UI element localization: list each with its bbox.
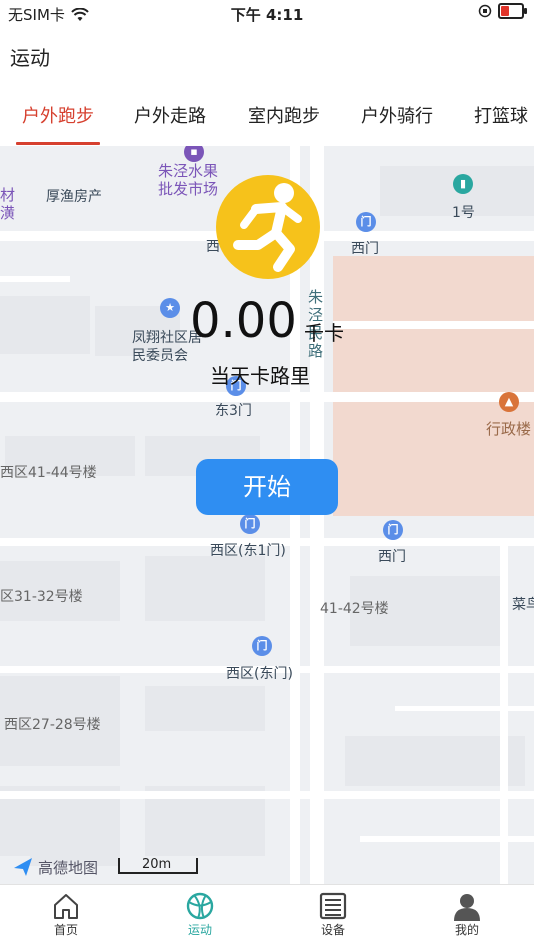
- basketball-icon: [186, 892, 214, 920]
- status-bar: 无SIM卡 下午 4:11: [0, 0, 534, 28]
- runner-badge: [216, 175, 320, 279]
- gate-icon: 门: [252, 636, 272, 656]
- home-icon: [54, 894, 78, 919]
- nav-home[interactable]: 首页: [26, 891, 106, 938]
- map-label: 朱泾水果 批发市场: [158, 162, 219, 198]
- header: 运动: [0, 28, 534, 80]
- map-label: 西门: [351, 241, 379, 257]
- map-label: 41-42号楼: [320, 601, 389, 617]
- map-label: 1号: [452, 205, 475, 221]
- map-label: 菜鸟: [512, 597, 534, 613]
- nav-sport[interactable]: 运动: [160, 891, 240, 938]
- admin-building-icon: ▲: [499, 392, 519, 412]
- device-icon: [319, 892, 347, 920]
- start-button[interactable]: 开始: [196, 459, 338, 515]
- map-label: 西区(东门): [226, 666, 293, 682]
- map-label: 区31-32号楼: [0, 589, 83, 605]
- map-label: 材 潢: [0, 186, 16, 222]
- tab-indoor-run[interactable]: 室内跑步: [248, 102, 320, 128]
- map-label: 东3门: [215, 403, 252, 419]
- map-label: 西门: [378, 549, 406, 565]
- building-icon: ▮: [453, 174, 473, 194]
- map-label: 西区(东1门): [210, 543, 286, 559]
- sport-tabs: 户外跑步 户外走路 室内跑步 户外骑行 打篮球: [0, 82, 534, 146]
- gate-icon: 门: [383, 520, 403, 540]
- map-label: 厚渔房产: [46, 189, 102, 205]
- map-label: 西区27-28号楼: [4, 717, 101, 733]
- map-attribution: 高德地图: [12, 856, 98, 878]
- calorie-value: 0.00: [190, 293, 297, 349]
- gate-icon: 门: [356, 212, 376, 232]
- tab-outdoor-run[interactable]: 户外跑步: [22, 102, 94, 128]
- nav-device[interactable]: 设备: [293, 891, 373, 938]
- amap-logo-icon: [14, 858, 32, 876]
- running-person-icon: [233, 183, 302, 272]
- map-label: 西区41-44号楼: [0, 465, 97, 481]
- nav-profile-label: 我的: [454, 923, 479, 937]
- community-icon: ★: [160, 298, 180, 318]
- page-title: 运动: [10, 46, 50, 70]
- active-tab-indicator: [16, 142, 100, 145]
- nav-device-label: 设备: [320, 923, 345, 937]
- tab-basketball[interactable]: 打篮球: [474, 102, 528, 128]
- map-attribution-text: 高德地图: [38, 858, 99, 877]
- nav-sport-label: 运动: [187, 923, 212, 937]
- nav-home-label: 首页: [53, 923, 78, 937]
- tab-outdoor-cycling[interactable]: 户外骑行: [361, 102, 433, 128]
- bottom-nav: 首页 运动 设备 我的: [0, 884, 534, 951]
- battery-icon: [498, 3, 527, 19]
- calorie-unit: 千卡: [304, 321, 344, 345]
- map-label: 行政楼: [486, 420, 532, 438]
- orientation-lock-icon: [478, 4, 492, 18]
- map-scale-label: 20m: [142, 857, 172, 872]
- profile-icon: [454, 894, 480, 921]
- clock: 下午 4:11: [230, 6, 304, 24]
- nav-profile[interactable]: 我的: [427, 891, 507, 938]
- tab-outdoor-walk[interactable]: 户外走路: [134, 102, 206, 128]
- calorie-label: 当天卡路里: [210, 364, 310, 388]
- gate-icon: 门: [240, 514, 260, 534]
